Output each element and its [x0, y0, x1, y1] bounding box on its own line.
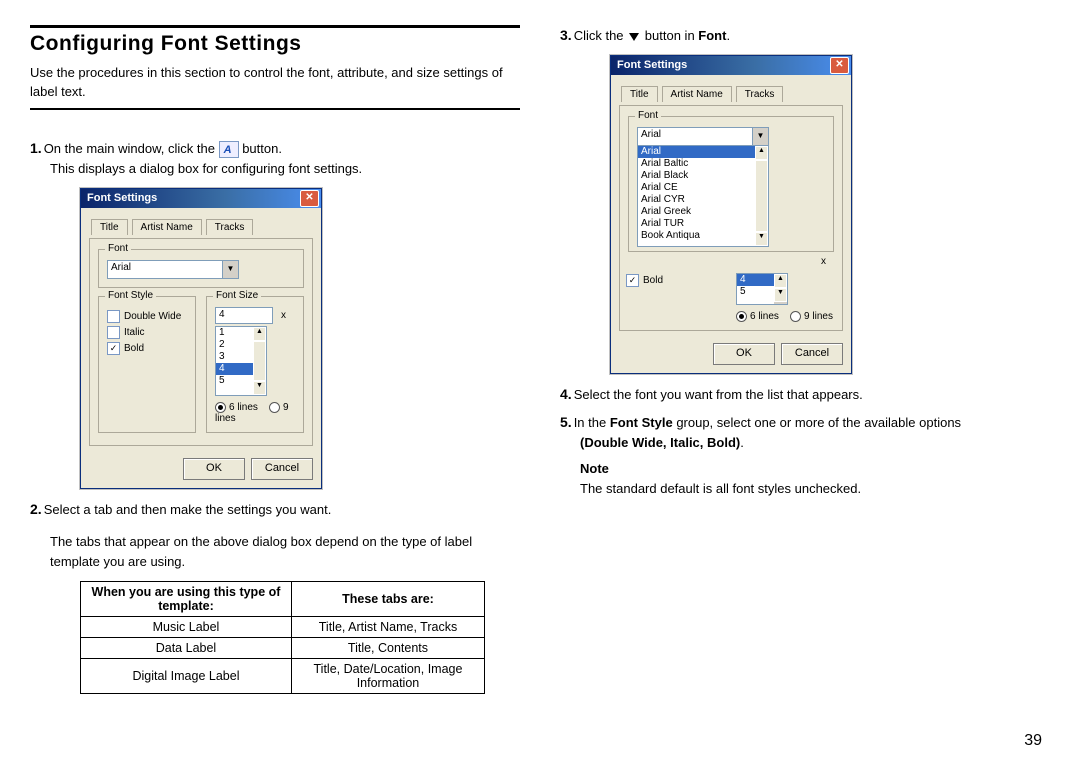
- note-label: Note: [580, 459, 1050, 479]
- ok-button[interactable]: OK: [713, 343, 775, 365]
- table-row: Music LabelTitle, Artist Name, Tracks: [81, 616, 485, 637]
- cancel-button[interactable]: Cancel: [251, 458, 313, 480]
- dialog-title: Font Settings: [87, 192, 157, 204]
- decorative-rule: [30, 25, 520, 28]
- size-listbox[interactable]: 1 2 3 4 5 ▲ ▼: [215, 326, 267, 396]
- a-font-button-icon: [219, 141, 239, 158]
- radio-6lines[interactable]: [215, 402, 226, 413]
- scroll-up-icon[interactable]: ▲: [253, 327, 266, 341]
- table-header-tabs: These tabs are:: [291, 581, 484, 616]
- step-5: 5.In the Font Style group, select one or…: [560, 412, 1050, 454]
- font-combobox[interactable]: Arial ▼: [637, 127, 769, 146]
- fontstyle-legend: Font Style: [105, 290, 156, 301]
- page-number: 39: [1024, 732, 1042, 750]
- table-row: Digital Image LabelTitle, Date/Location,…: [81, 658, 485, 693]
- step-subtext: This displays a dialog box for configuri…: [50, 159, 520, 179]
- scroll-down-icon[interactable]: ▼: [755, 232, 768, 246]
- step-text: button.: [242, 141, 282, 156]
- radio-6lines[interactable]: [736, 311, 747, 322]
- decorative-rule: [30, 108, 520, 110]
- tab-title[interactable]: Title: [621, 86, 658, 102]
- scroll-thumb[interactable]: [755, 160, 768, 232]
- tab-title[interactable]: Title: [91, 219, 128, 235]
- radio-9lines[interactable]: [790, 311, 801, 322]
- ok-button[interactable]: OK: [183, 458, 245, 480]
- note-text: The standard default is all font styles …: [580, 481, 861, 496]
- step-1: 1.On the main window, click the button. …: [30, 138, 520, 180]
- scroll-up-icon[interactable]: ▲: [755, 146, 768, 160]
- step-text: On the main window, click the: [44, 141, 215, 156]
- intro-text: Use the procedures in this section to co…: [30, 64, 520, 102]
- scroll-down-icon[interactable]: ▼: [774, 288, 787, 302]
- step-3: 3.Click the button in Font.: [560, 25, 1050, 47]
- x-label: x: [821, 256, 826, 267]
- scroll-thumb[interactable]: [253, 341, 266, 381]
- size-listbox-partial[interactable]: 4 5 ▲ ▼: [736, 273, 788, 305]
- step-4: 4.Select the font you want from the list…: [560, 384, 1050, 406]
- dialog-title: Font Settings: [617, 59, 687, 71]
- template-tabs-table: When you are using this type of template…: [80, 581, 485, 694]
- scroll-down-icon[interactable]: ▼: [253, 381, 266, 395]
- chevron-down-icon[interactable]: ▼: [222, 261, 238, 278]
- font-settings-dialog-dropdown: Font Settings ✕ Title Artist Name Tracks…: [610, 55, 852, 374]
- close-icon[interactable]: ✕: [830, 57, 849, 74]
- fontsize-legend: Font Size: [213, 290, 261, 301]
- cancel-button[interactable]: Cancel: [781, 343, 843, 365]
- font-value: Arial: [108, 261, 222, 278]
- page-title: Configuring Font Settings: [30, 32, 520, 56]
- font-settings-dialog: Font Settings ✕ Title Artist Name Tracks…: [80, 188, 322, 489]
- checkbox-bold[interactable]: ✓Bold: [626, 274, 726, 287]
- down-triangle-icon: [629, 33, 639, 41]
- table-row: Data LabelTitle, Contents: [81, 637, 485, 658]
- note-block: Note The standard default is all font st…: [580, 459, 1050, 499]
- scroll-up-icon[interactable]: ▲: [774, 274, 787, 288]
- tab-artist[interactable]: Artist Name: [132, 219, 202, 235]
- size-field[interactable]: 4: [215, 307, 273, 324]
- table-header-template: When you are using this type of template…: [81, 581, 292, 616]
- font-group-legend: Font: [635, 110, 661, 121]
- font-group-legend: Font: [105, 243, 131, 254]
- dialog-titlebar: Font Settings ✕: [81, 189, 321, 208]
- step-2-para: The tabs that appear on the above dialog…: [50, 532, 520, 572]
- checkbox-doublewide[interactable]: Double Wide: [107, 310, 187, 323]
- x-label: x: [281, 310, 286, 321]
- tab-artist[interactable]: Artist Name: [662, 86, 732, 102]
- radio-9lines[interactable]: [269, 402, 280, 413]
- checkbox-bold[interactable]: ✓Bold: [107, 342, 187, 355]
- font-combobox[interactable]: Arial ▼: [107, 260, 239, 279]
- chevron-down-icon[interactable]: ▼: [752, 128, 768, 145]
- close-icon[interactable]: ✕: [300, 190, 319, 207]
- tab-tracks[interactable]: Tracks: [736, 86, 784, 102]
- step-2: 2.Select a tab and then make the setting…: [30, 499, 520, 521]
- font-dropdown-list[interactable]: Arial Arial Baltic Arial Black Arial CE …: [637, 145, 769, 247]
- tab-tracks[interactable]: Tracks: [206, 219, 254, 235]
- dialog-titlebar: Font Settings ✕: [611, 56, 851, 75]
- checkbox-italic[interactable]: Italic: [107, 326, 187, 339]
